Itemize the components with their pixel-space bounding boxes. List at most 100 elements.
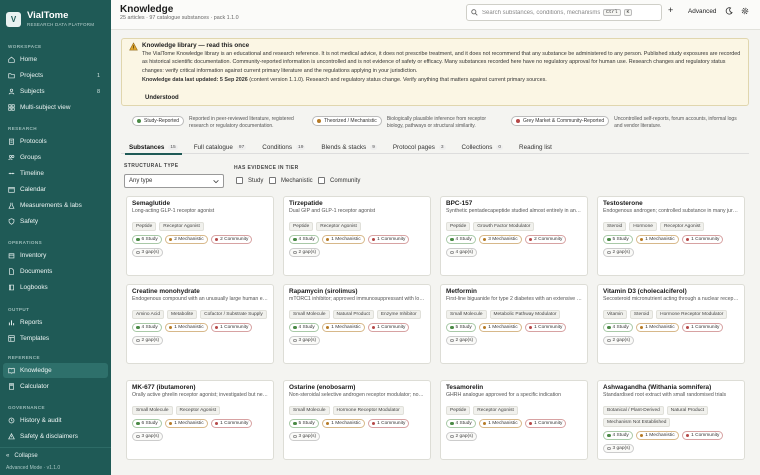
sidebar-item-home[interactable]: Home [3,52,108,67]
brand[interactable]: V VialTome RESEARCH DATA PLATFORM [0,0,111,30]
tab-label: Conditions [262,143,293,151]
card-tag: Small Molecule [289,310,330,319]
legend-description: Reported in peer-reviewed literature, re… [189,116,294,129]
substance-card[interactable]: Metformin First-line biguanide for type … [440,284,588,364]
sidebar-item-documents[interactable]: Documents [3,264,108,279]
substance-card[interactable]: Ashwagandha (Withania somnifera) Standar… [597,380,745,460]
card-tag: Metabolic Pathway Modulator [489,310,561,319]
study-dot-icon [293,325,297,330]
advanced-mode-button[interactable]: Advanced [688,8,716,15]
substance-card[interactable]: Ostarine (enobosarm) Non-steroidal selec… [283,380,431,460]
knowledge-tabs: Substances 15 Full catalogue 97 Conditio… [121,140,749,155]
structural-type-value: Any type [129,178,153,184]
card-description: Dual GIP and GLP-1 receptor agonist [289,208,376,214]
understood-button[interactable]: Understood [141,94,183,102]
tab-blends-stacks[interactable]: Blends & stacks 9 [313,140,384,154]
card-description: Synthetic pentadecapeptide studied almos… [446,208,582,214]
brand-name: VialTome [27,9,69,21]
substance-card[interactable]: Testosterone Endogenous androgen; contro… [597,196,745,276]
substance-card[interactable]: Tirzepatide Dual GIP and GLP-1 receptor … [283,196,431,276]
structural-type-select[interactable]: Any type [124,174,224,188]
sidebar-item-history-audit[interactable]: History & audit [3,413,108,428]
mechanistic-count: 3 Mechanistic [488,237,518,242]
study-count: 4 Study [141,325,158,330]
moon-icon [725,7,733,15]
card-tag: Amino Acid [132,310,164,319]
substance-card[interactable]: Creatine monohydrate Endogenous compound… [126,284,274,364]
substance-card[interactable]: Vitamin D3 (cholecalciferol) Secosteroid… [597,284,745,364]
card-description: Endogenous androgen; controlled substanc… [603,208,739,214]
settings-button[interactable] [741,7,749,15]
checkbox-box[interactable] [318,177,325,184]
mechanistic-count-badge: 2 Mechanistic [164,235,208,244]
sidebar-item-projects[interactable]: Projects 1 [3,68,108,83]
gap-dot-icon [607,250,611,255]
tab-reading-list[interactable]: Reading list [511,140,560,154]
card-description: First-line biguanide for type 2 diabetes… [446,296,582,302]
sidebar-item-safety[interactable]: Safety [3,214,108,229]
study-checkbox[interactable]: Study [236,177,263,184]
sidebar-item-groups[interactable]: Groups [3,150,108,165]
sidebar-item-reports[interactable]: Reports [3,315,108,330]
tab-full-catalogue[interactable]: Full catalogue 97 [186,140,255,154]
mechanistic-dot-icon [168,421,173,426]
card-tag: Receptor Agonist [159,222,204,231]
substance-card[interactable]: BPC-157 Synthetic pentadecapeptide studi… [440,196,588,276]
sidebar-item-timeline[interactable]: Timeline [3,166,108,181]
nav-section-title: WORKSPACE [8,44,42,49]
search-box[interactable]: Ctrl K [466,4,662,21]
community-count-badge: 1 Community [210,419,253,428]
theme-toggle-button[interactable] [725,7,733,15]
tab-protocol-pages[interactable]: Protocol pages 3 [385,140,454,154]
sidebar-item-calendar[interactable]: Calendar [3,182,108,197]
community-dot-icon [528,325,533,330]
sidebar-item-logbooks[interactable]: Logbooks [3,280,108,295]
sidebar-item-label: Calendar [20,186,46,193]
legend-pill: Grey Market & Community-Reported [511,116,610,126]
sidebar-item-safety-disclaimers[interactable]: Safety & disclaimers [3,429,108,444]
sidebar-item-protocols[interactable]: Protocols [3,134,108,149]
sidebar-item-calculator[interactable]: Calculator [3,379,108,394]
study-count-badge: 6 Study [132,235,162,244]
community-dot-icon [214,237,219,242]
sidebar-item-label: History & audit [20,417,62,424]
mechanistic-checkbox[interactable]: Mechanistic [269,177,313,184]
checkbox-box[interactable] [269,177,276,184]
card-tag: Growth Factor Modulator [473,222,535,231]
study-count-badge: 4 Study [289,323,319,332]
sidebar-item-measurements-labs[interactable]: Measurements & labs [3,198,108,213]
structural-type-label: STRUCTURAL TYPE [124,163,179,169]
card-description: Secosteroid micronutrient acting through… [603,296,739,302]
study-dot-icon [607,433,611,438]
collapse-button[interactable]: « Collapse [6,451,105,461]
card-title: BPC-157 [446,200,473,207]
card-tag: Steroid [629,310,654,319]
tab-conditions[interactable]: Conditions 19 [254,140,313,154]
sidebar-item-subjects[interactable]: Subjects 8 [3,84,108,99]
sidebar-item-templates[interactable]: Templates [3,331,108,346]
mechanistic-dot-icon [325,325,330,330]
sidebar-item-label: Documents [20,268,53,275]
card-tags: Steroid Hormone Receptor Agonist [603,222,739,231]
tab-collections[interactable]: Collections 0 [454,140,511,154]
sidebar-item-inventory[interactable]: Inventory [3,248,108,263]
substance-card[interactable]: Semaglutide Long-acting GLP-1 receptor a… [126,196,274,276]
card-tag: Small Molecule [289,406,330,415]
gaps-count: 2 gap(s) [455,434,474,439]
card-tag: Receptor Agonist [316,222,361,231]
mode-version: Advanced Mode · v1.1.0 [6,465,61,471]
community-checkbox[interactable]: Community [318,177,360,184]
tab-substances[interactable]: Substances 15 [121,140,186,155]
search-input[interactable] [482,9,600,16]
card-tag: Receptor Agonist [175,406,221,415]
sidebar-item-label: Projects [20,72,44,79]
add-button[interactable]: + [668,5,673,15]
substance-card[interactable]: Tesamorelin GHRH analogue approved for a… [440,380,588,460]
evidence-counts: 4 Study 1 Mechanistic 1 Community [603,323,739,332]
community-dot-icon [685,325,690,330]
substance-card[interactable]: Rapamycin (sirolimus) mTORC1 inhibitor; … [283,284,431,364]
checkbox-box[interactable] [236,177,243,184]
sidebar-item-knowledge[interactable]: Knowledge [3,363,108,378]
sidebar-item-multi-subject-view[interactable]: Multi-subject view [3,100,108,115]
substance-card[interactable]: MK-677 (ibutamoren) Orally active ghreli… [126,380,274,460]
